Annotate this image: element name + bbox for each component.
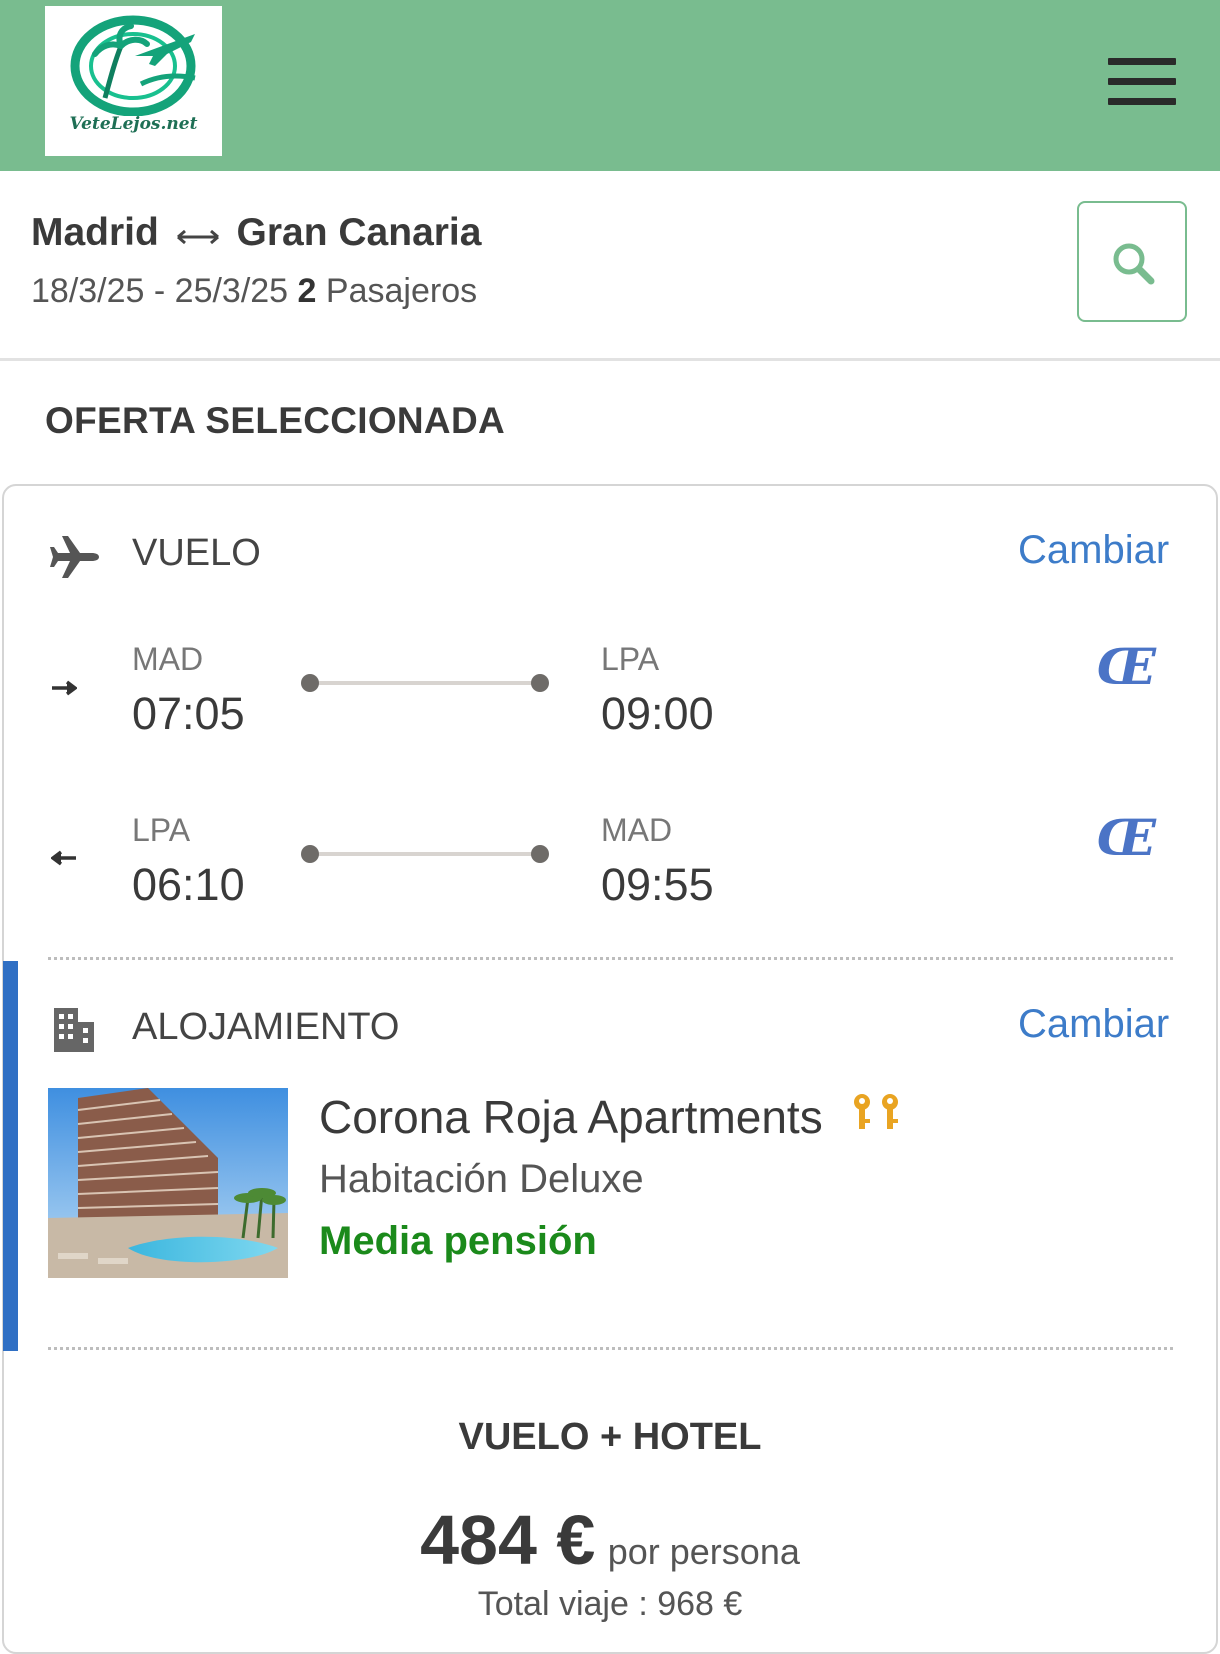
logo-graphic-icon: [70, 15, 196, 116]
selected-offer-title: OFERTA SELECCIONADA: [45, 400, 505, 441]
segment-2-origin-dot: [301, 845, 319, 863]
package-type-title: VUELO + HOTEL: [458, 1416, 762, 1458]
passenger-count: 2: [297, 272, 317, 310]
arrow-left-icon: [50, 840, 77, 874]
route-title: Madrid Gran Canaria: [31, 211, 481, 257]
destination-city: Gran Canaria: [236, 211, 482, 254]
segment-2-destination-dot: [531, 845, 549, 863]
hamburger-menu-icon: [1108, 98, 1176, 105]
passenger-label: Pasajeros: [325, 272, 478, 310]
trip-details: 18/3/25 - 25/3/25 2 Pasajeros: [31, 272, 477, 311]
hotel-photo[interactable]: [48, 1088, 288, 1278]
total-trip-price: Total viaje : 968 €: [477, 1585, 743, 1623]
round-trip-arrow-icon: [176, 213, 220, 257]
menu-button[interactable]: [1108, 58, 1176, 106]
svg-text:Œ: Œ: [1097, 642, 1157, 694]
search-summary: Madrid Gran Canaria 18/3/25 - 25/3/25 2 …: [0, 171, 1220, 361]
hotel-name: Corona Roja Apartments: [319, 1090, 904, 1144]
price-per-person-label: por persona: [607, 1531, 800, 1572]
flight-section-label: VUELO: [132, 532, 261, 574]
search-icon: [1113, 243, 1155, 285]
price-amount: 484 €: [420, 1501, 596, 1579]
arrow-right-icon: [51, 670, 78, 704]
key-rating-icon: [850, 1090, 904, 1144]
segment-1-to-code: LPA: [601, 641, 660, 677]
logo-text: VeteLejos.net: [69, 114, 198, 134]
section-divider: [48, 957, 1173, 960]
hamburger-menu-icon: [1108, 78, 1176, 85]
room-type: Habitación Deluxe: [319, 1157, 644, 1201]
segment-1-route-line: [310, 681, 540, 685]
change-accommodation-link[interactable]: Cambiar: [1018, 1002, 1169, 1047]
hotel-name-text: Corona Roja Apartments: [319, 1091, 823, 1143]
section-divider: [48, 1347, 1173, 1350]
segment-2-arrival-time: 09:55: [601, 859, 714, 910]
search-button[interactable]: [1077, 201, 1187, 322]
segment-2-from-code: LPA: [132, 812, 191, 848]
accommodation-section-label: ALOJAMIENTO: [132, 1006, 400, 1048]
air-europa-logo-icon: Œ: [1097, 637, 1173, 699]
segment-1-departure-time: 07:05: [132, 688, 245, 739]
price-per-person: 484 € por persona: [0, 1500, 1220, 1580]
air-europa-logo-icon: Œ: [1097, 808, 1173, 870]
airplane-icon: [49, 534, 101, 585]
building-icon: [52, 1006, 96, 1059]
segment-1-arrival-time: 09:00: [601, 688, 714, 739]
segment-1-destination-dot: [531, 674, 549, 692]
board-type: Media pensión: [319, 1219, 597, 1263]
svg-text:Œ: Œ: [1097, 813, 1157, 865]
segment-2-to-code: MAD: [601, 812, 673, 848]
trip-dates: 18/3/25 - 25/3/25: [31, 272, 289, 310]
segment-1-from-code: MAD: [132, 641, 204, 677]
top-header: VeteLejos.net: [0, 0, 1220, 171]
selected-indicator-bar: [3, 961, 18, 1351]
origin-city: Madrid: [31, 211, 159, 254]
change-flight-link[interactable]: Cambiar: [1018, 528, 1169, 573]
hamburger-menu-icon: [1108, 58, 1176, 65]
site-logo[interactable]: VeteLejos.net: [45, 6, 222, 156]
segment-2-route-line: [310, 852, 540, 856]
segment-1-origin-dot: [301, 674, 319, 692]
segment-2-departure-time: 06:10: [132, 859, 245, 910]
